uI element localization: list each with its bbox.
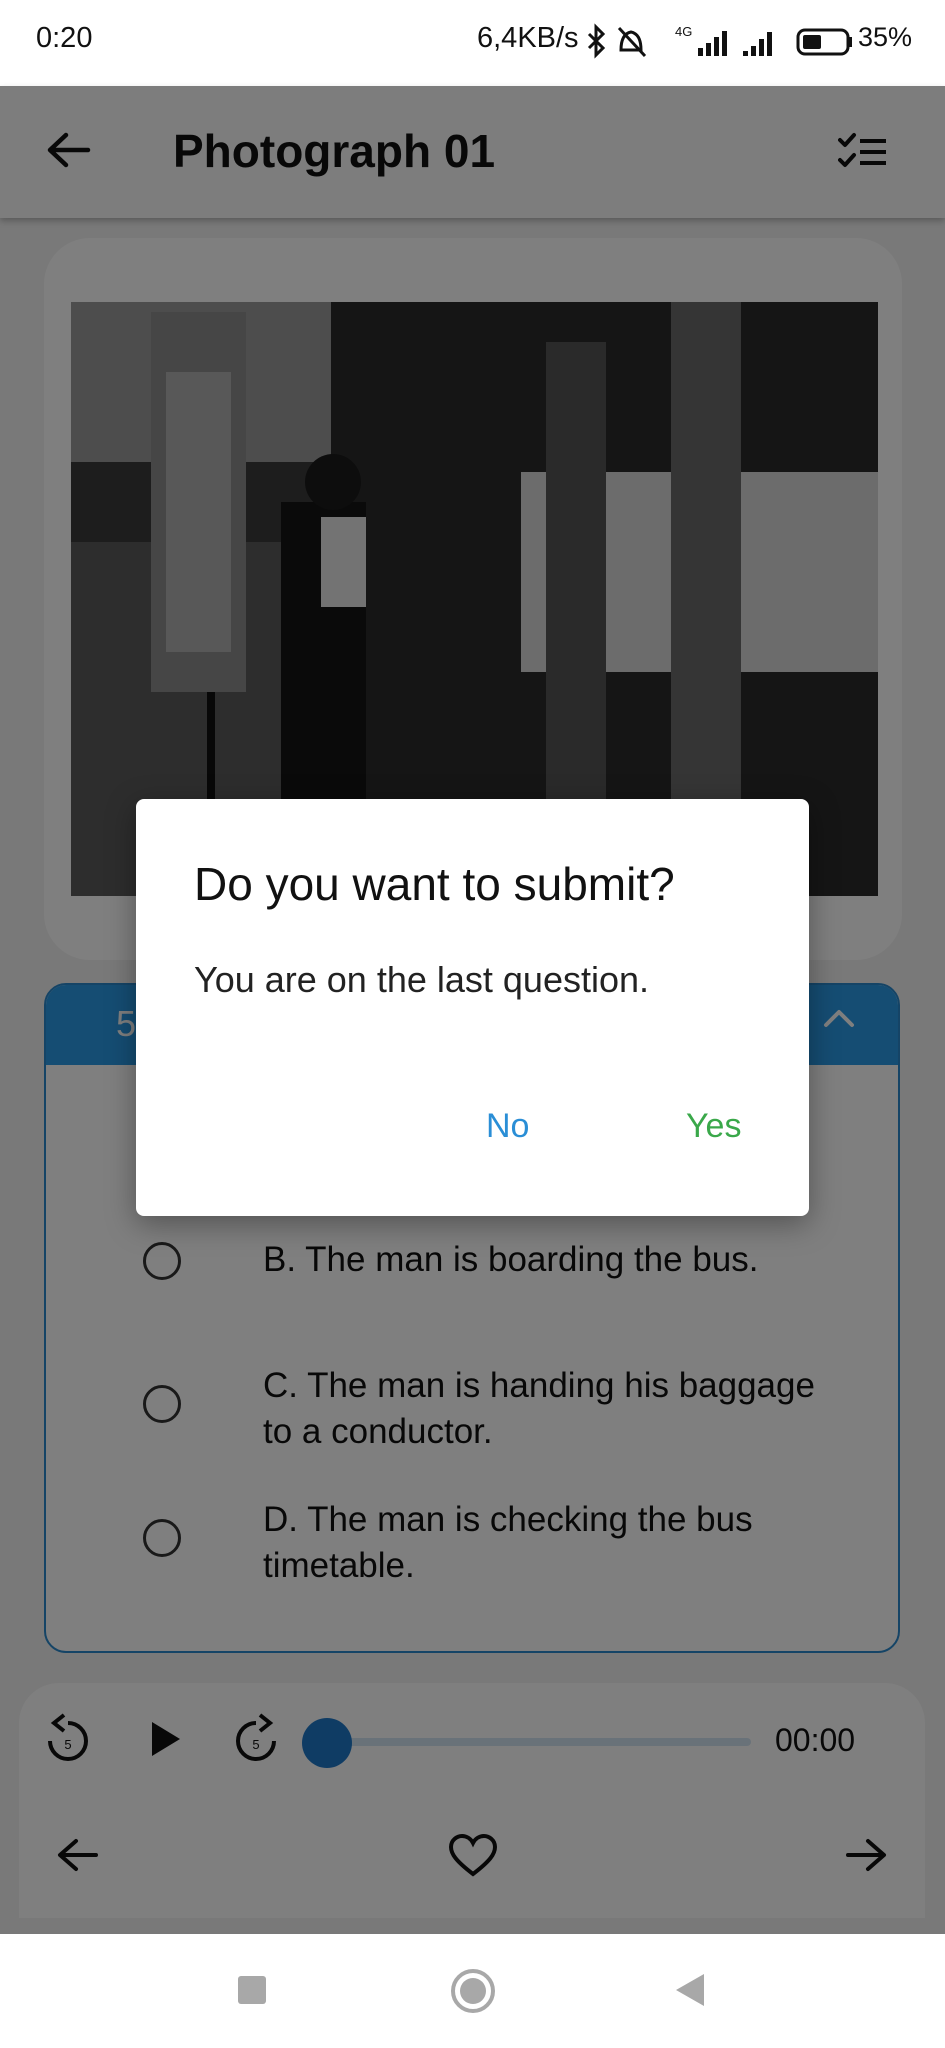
signal-icon bbox=[743, 32, 772, 56]
status-icons: 4G bbox=[587, 23, 852, 59]
submit-dialog: Do you want to submit? You are on the la… bbox=[136, 799, 809, 1216]
home-icon[interactable] bbox=[450, 1968, 496, 2014]
status-time: 0:20 bbox=[36, 22, 93, 54]
no-button[interactable]: No bbox=[486, 1107, 529, 1146]
signal-icon bbox=[698, 31, 727, 56]
mute-icon bbox=[617, 26, 647, 58]
battery-percent: 35% bbox=[858, 22, 913, 52]
battery-icon bbox=[796, 28, 852, 56]
dialog-title: Do you want to submit? bbox=[194, 858, 675, 910]
back-nav-icon[interactable] bbox=[672, 1972, 706, 2008]
yes-button[interactable]: Yes bbox=[686, 1107, 741, 1146]
network-speed: 6,4KB/s bbox=[477, 22, 579, 54]
recents-icon[interactable] bbox=[236, 1974, 268, 2006]
network-type: 4G bbox=[675, 24, 692, 39]
dialog-message: You are on the last question. bbox=[194, 959, 650, 1000]
bluetooth-icon bbox=[587, 23, 606, 59]
